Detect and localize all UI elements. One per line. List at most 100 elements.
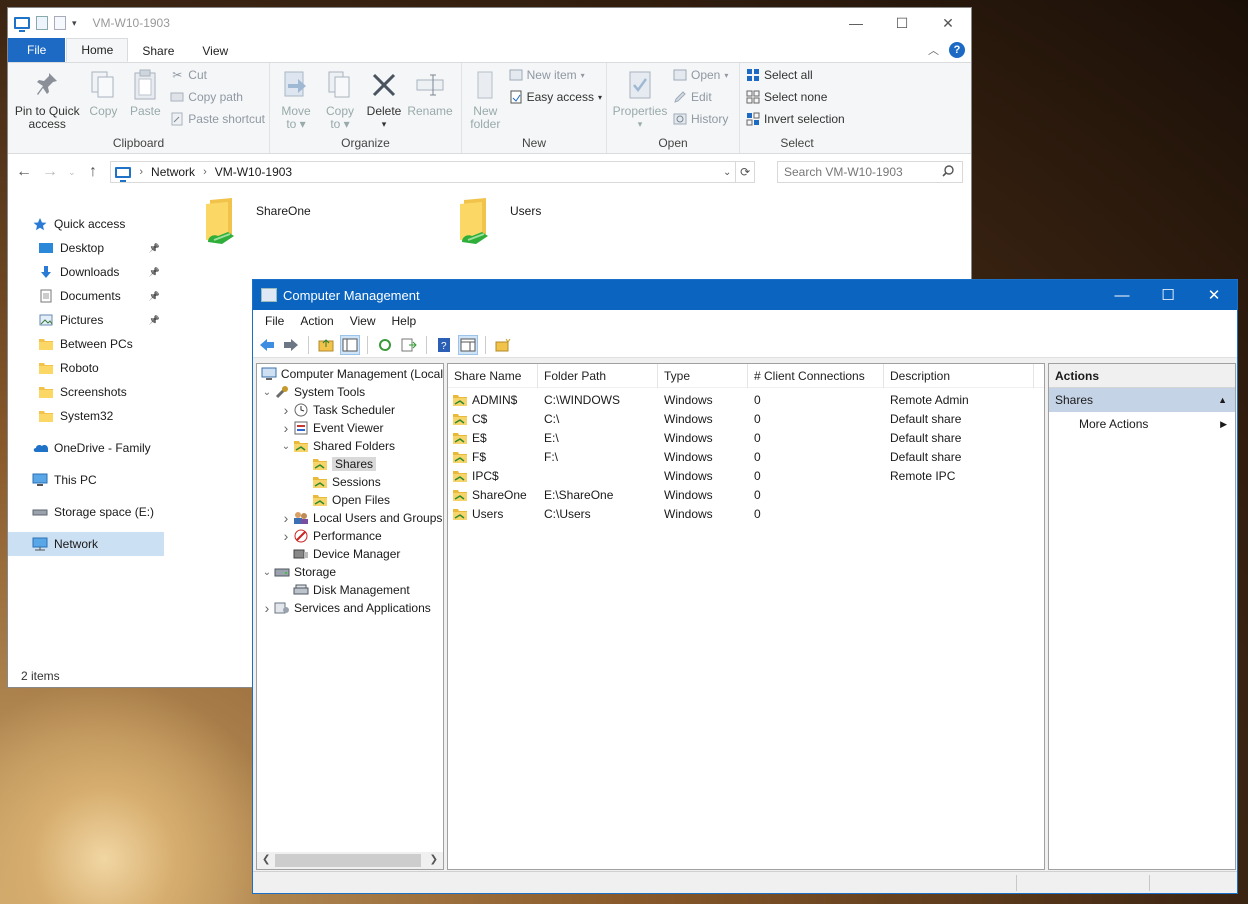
share-row[interactable]: IPC$ Windows 0 Remote IPC: [448, 466, 1044, 485]
expanded-chevron-icon[interactable]: ⌄: [279, 441, 293, 452]
paste-shortcut-button[interactable]: Paste shortcut: [170, 111, 265, 127]
collapsed-chevron-icon[interactable]: ›: [260, 600, 274, 616]
refresh-button[interactable]: ⟳: [736, 161, 755, 183]
tree-node-shares[interactable]: Shares: [257, 455, 443, 473]
share-row[interactable]: E$ E:\ Windows 0 Default share: [448, 428, 1044, 447]
share-row[interactable]: ADMIN$ C:\WINDOWS Windows 0 Remote Admin: [448, 390, 1044, 409]
share-row[interactable]: ShareOne E:\ShareOne Windows 0: [448, 485, 1044, 504]
nav-item-quick-access[interactable]: Quick access: [8, 212, 164, 236]
tree-node-computer-management-local[interactable]: Computer Management (Local: [257, 365, 443, 383]
show-hide-action-pane-icon[interactable]: [458, 334, 478, 355]
new-folder-quick-icon[interactable]: [54, 16, 66, 30]
select-all-button[interactable]: Select all: [746, 67, 845, 83]
column-description[interactable]: Description: [884, 363, 1034, 388]
recent-locations-icon[interactable]: ⌄: [68, 167, 76, 178]
tree-node-sessions[interactable]: Sessions: [257, 473, 443, 491]
tree-node-event-viewer[interactable]: › Event Viewer: [257, 419, 443, 437]
invert-selection-button[interactable]: Invert selection: [746, 111, 845, 127]
select-none-button[interactable]: Select none: [746, 89, 845, 105]
nav-item-documents[interactable]: Documents 📌: [8, 284, 164, 308]
address-dropdown-icon[interactable]: ⌄: [723, 167, 731, 178]
new-item-button[interactable]: New item ▾: [509, 67, 602, 83]
collapsed-chevron-icon[interactable]: ›: [279, 510, 293, 526]
scroll-right-icon[interactable]: ❯: [430, 854, 438, 865]
refresh-icon[interactable]: [375, 335, 395, 355]
collapsed-chevron-icon[interactable]: ›: [279, 528, 293, 544]
export-list-icon[interactable]: [399, 335, 419, 355]
nav-item-onedrive-family[interactable]: OneDrive - Family: [8, 436, 164, 460]
nav-item-screenshots[interactable]: Screenshots: [8, 380, 164, 404]
minimize-button[interactable]: —: [1099, 280, 1145, 310]
tree-horizontal-scrollbar[interactable]: ❮ ❯: [257, 852, 443, 869]
menu-file[interactable]: File: [257, 314, 292, 328]
forward-arrow-icon[interactable]: [281, 335, 301, 355]
maximize-button[interactable]: ☐: [1145, 280, 1191, 310]
nav-item-system32[interactable]: System32: [8, 404, 164, 428]
back-arrow-icon[interactable]: [257, 335, 277, 355]
collapsed-chevron-icon[interactable]: ›: [279, 402, 293, 418]
scroll-left-icon[interactable]: ❮: [262, 854, 270, 865]
properties-quick-icon[interactable]: [36, 16, 48, 30]
tab-view[interactable]: View: [188, 40, 242, 62]
minimize-button[interactable]: —: [833, 8, 879, 38]
search-input[interactable]: Search VM-W10-1903: [776, 161, 963, 183]
collapsed-chevron-icon[interactable]: ›: [279, 420, 293, 436]
menu-view[interactable]: View: [342, 314, 384, 328]
cut-button[interactable]: ✂ Cut: [170, 67, 265, 83]
help-icon[interactable]: ?: [949, 42, 965, 58]
column-client-connections[interactable]: # Client Connections: [748, 363, 884, 388]
tree-node-open-files[interactable]: Open Files: [257, 491, 443, 509]
collapse-ribbon-icon[interactable]: ︿: [928, 42, 939, 58]
tree-node-system-tools[interactable]: ⌄ System Tools: [257, 383, 443, 401]
tree-node-device-manager[interactable]: Device Manager: [257, 545, 443, 563]
tree-node-performance[interactable]: › Performance: [257, 527, 443, 545]
expanded-chevron-icon[interactable]: ⌄: [260, 387, 274, 398]
folder-shareone[interactable]: ShareOne: [204, 196, 311, 249]
help-icon[interactable]: ?: [434, 335, 454, 355]
show-hide-tree-icon[interactable]: [340, 334, 360, 355]
new-share-icon[interactable]: [493, 335, 513, 355]
copy-path-button[interactable]: Copy path: [170, 89, 265, 105]
close-button[interactable]: ✕: [925, 8, 971, 38]
nav-item-roboto[interactable]: Roboto: [8, 356, 164, 380]
scrollbar-thumb[interactable]: [275, 854, 421, 867]
nav-item-pictures[interactable]: Pictures 📌: [8, 308, 164, 332]
collapse-up-icon[interactable]: ▲: [1218, 395, 1227, 405]
tab-share[interactable]: Share: [128, 40, 188, 62]
tree-node-disk-management[interactable]: Disk Management: [257, 581, 443, 599]
folder-users[interactable]: Users: [458, 196, 541, 249]
menu-action[interactable]: Action: [292, 314, 341, 328]
nav-item-downloads[interactable]: Downloads 📌: [8, 260, 164, 284]
tree-node-local-users-and-groups[interactable]: › Local Users and Groups: [257, 509, 443, 527]
easy-access-button[interactable]: Easy access ▾: [509, 89, 602, 105]
breadcrumb-vm[interactable]: VM-W10-1903: [215, 165, 292, 179]
nav-item-between-pcs[interactable]: Between PCs: [8, 332, 164, 356]
column-folder-path[interactable]: Folder Path: [538, 363, 658, 388]
tree-node-shared-folders[interactable]: ⌄ Shared Folders: [257, 437, 443, 455]
tab-file[interactable]: File: [8, 38, 66, 62]
column-share-name[interactable]: Share Name: [448, 363, 538, 388]
share-row[interactable]: F$ F:\ Windows 0 Default share: [448, 447, 1044, 466]
menu-help[interactable]: Help: [384, 314, 425, 328]
nav-item-desktop[interactable]: Desktop 📌: [8, 236, 164, 260]
column-type[interactable]: Type: [658, 363, 748, 388]
nav-item-storage-space-e[interactable]: Storage space (E:): [8, 500, 164, 524]
up-one-level-icon[interactable]: [316, 335, 336, 355]
share-row[interactable]: Users C:\Users Windows 0: [448, 504, 1044, 523]
edit-button[interactable]: Edit: [673, 89, 728, 105]
tree-node-services-and-applications[interactable]: › Services and Applications: [257, 599, 443, 617]
up-arrow-icon[interactable]: ↑: [86, 163, 101, 181]
more-actions[interactable]: More Actions ▶: [1049, 412, 1235, 436]
tab-home[interactable]: Home: [66, 38, 129, 62]
back-arrow-icon[interactable]: ←: [16, 163, 32, 181]
breadcrumb-network[interactable]: Network: [151, 165, 195, 179]
open-button[interactable]: Open ▾: [673, 67, 728, 83]
tree-node-task-scheduler[interactable]: › Task Scheduler: [257, 401, 443, 419]
maximize-button[interactable]: ☐: [879, 8, 925, 38]
expanded-chevron-icon[interactable]: ⌄: [260, 567, 274, 578]
tree-node-storage[interactable]: ⌄ Storage: [257, 563, 443, 581]
customize-qat-icon[interactable]: ▾: [72, 18, 77, 29]
forward-arrow-icon[interactable]: →: [42, 163, 58, 181]
nav-item-network[interactable]: Network: [8, 532, 164, 556]
actions-section-shares[interactable]: Shares ▲: [1049, 388, 1235, 412]
